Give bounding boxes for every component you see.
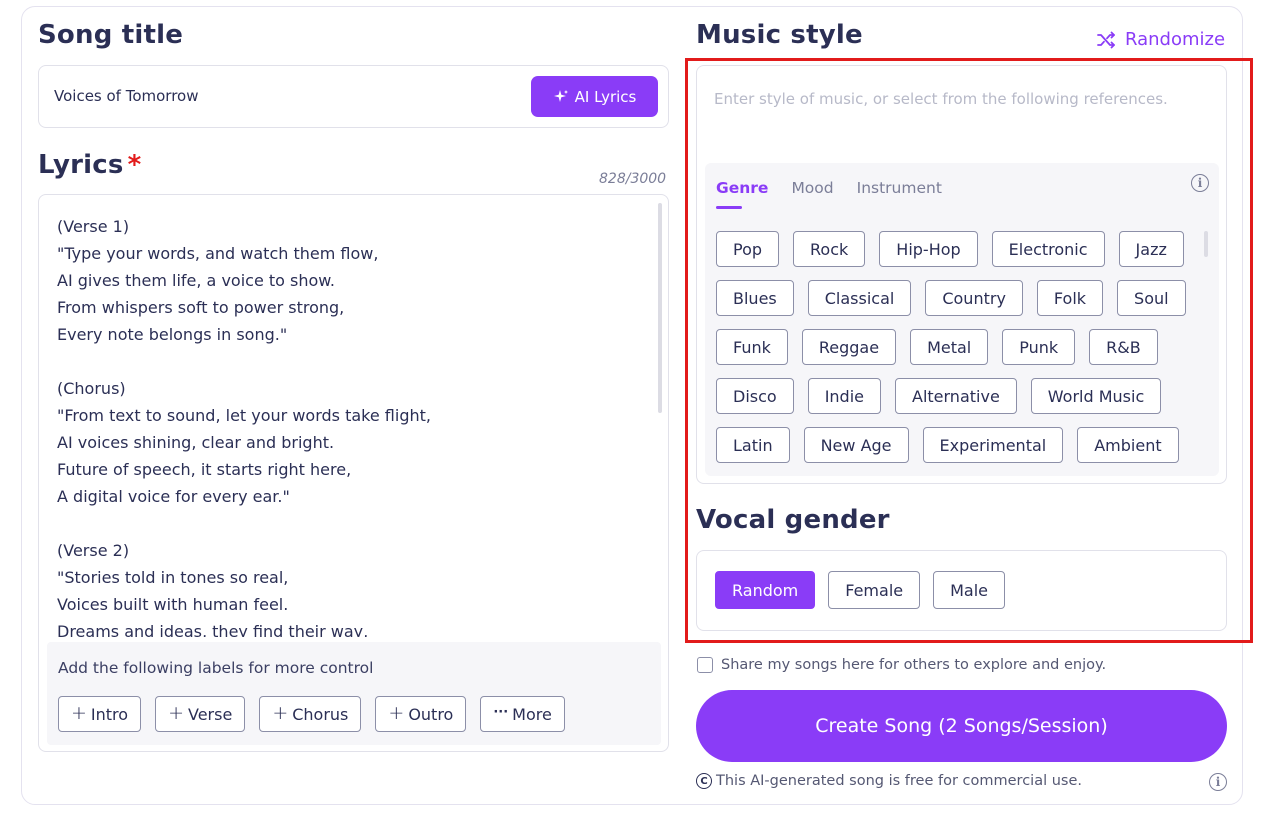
label-verse-text: Verse bbox=[188, 704, 233, 724]
plus-icon: + bbox=[388, 702, 405, 724]
plus-icon: + bbox=[272, 702, 289, 724]
label-outro-text: Outro bbox=[408, 704, 454, 724]
share-checkbox[interactable] bbox=[697, 657, 713, 673]
info-icon[interactable]: i bbox=[1209, 773, 1227, 791]
labels-title: Add the following labels for more contro… bbox=[58, 659, 374, 677]
highlight-box bbox=[685, 58, 1253, 643]
create-song-button[interactable]: Create Song (2 Songs/Session) bbox=[696, 690, 1227, 762]
required-asterisk: * bbox=[127, 150, 142, 180]
ai-lyrics-button[interactable]: AI Lyrics bbox=[531, 76, 658, 117]
lyrics-scrollbar[interactable] bbox=[658, 203, 662, 413]
label-verse-button[interactable]: + Verse bbox=[155, 696, 246, 732]
randomize-button[interactable]: Randomize bbox=[1096, 29, 1225, 50]
label-intro-text: Intro bbox=[90, 704, 129, 724]
song-title-heading: Song title bbox=[38, 20, 184, 50]
plus-icon: + bbox=[168, 702, 184, 724]
lyrics-text[interactable]: (Verse 1) "Type your words, and watch th… bbox=[57, 213, 647, 637]
label-chorus-button[interactable]: + Chorus bbox=[259, 696, 362, 732]
lyrics-char-counter: 828/3000 bbox=[599, 171, 667, 187]
share-label: Share my songs here for others to explor… bbox=[721, 657, 1107, 673]
sparkle-icon bbox=[553, 89, 568, 102]
copyright-icon: C bbox=[696, 773, 712, 789]
label-more-button[interactable]: ··· More bbox=[480, 696, 565, 732]
randomize-label: Randomize bbox=[1125, 29, 1226, 50]
song-title-value[interactable]: Voices of Tomorrow bbox=[54, 87, 199, 105]
song-title-field[interactable]: Voices of Tomorrow AI Lyrics bbox=[38, 65, 669, 128]
label-outro-button[interactable]: + Outro bbox=[375, 696, 467, 732]
ai-lyrics-label: AI Lyrics bbox=[574, 87, 637, 106]
lyrics-textarea[interactable]: (Verse 1) "Type your words, and watch th… bbox=[38, 194, 669, 752]
share-option[interactable]: Share my songs here for others to explor… bbox=[697, 657, 1106, 673]
commercial-use-text: This AI-generated song is free for comme… bbox=[716, 773, 1082, 789]
label-chorus-text: Chorus bbox=[292, 704, 349, 724]
commercial-use-note: C This AI-generated song is free for com… bbox=[696, 773, 1082, 789]
shuffle-icon bbox=[1097, 31, 1115, 48]
label-intro-button[interactable]: + Intro bbox=[58, 696, 142, 732]
lyrics-heading-text: Lyrics bbox=[38, 150, 124, 180]
music-style-heading: Music style bbox=[696, 20, 863, 50]
lyrics-heading: Lyrics * bbox=[38, 150, 141, 180]
more-dots-icon: ··· bbox=[493, 704, 509, 720]
label-more-text: More bbox=[512, 704, 552, 724]
structure-labels-panel: Add the following labels for more contro… bbox=[47, 642, 661, 745]
plus-icon: + bbox=[71, 702, 87, 724]
